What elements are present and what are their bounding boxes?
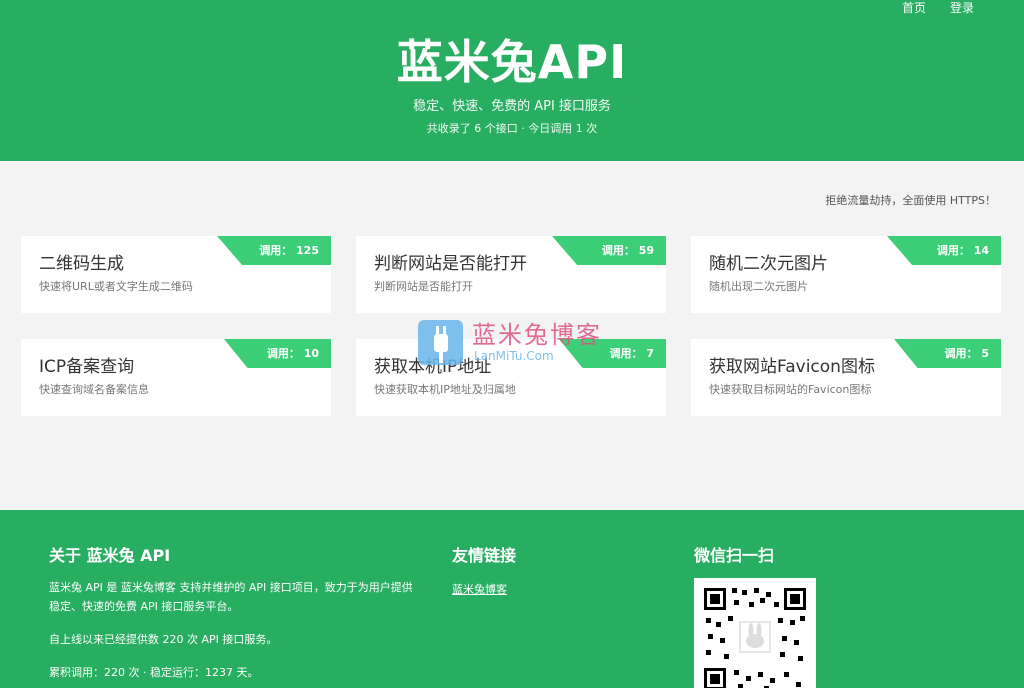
call-count-badge: 调用： 14 xyxy=(887,236,1001,265)
friend-link-blog[interactable]: 蓝米兔博客 xyxy=(452,583,507,596)
api-card-favicon[interactable]: 获取网站Favicon图标 快速获取目标网站的Favicon图标 调用： 5 xyxy=(691,339,1001,416)
call-count-badge: 调用： 10 xyxy=(224,339,331,368)
header-banner: 首页 登录 蓝米兔API 稳定、快速、免费的 API 接口服务 共收录了 6 个… xyxy=(0,0,1024,161)
top-nav: 首页 登录 xyxy=(902,0,974,16)
watermark-url: LanMiTu.Com xyxy=(474,349,554,363)
card-desc: 快速查询域名备案信息 xyxy=(39,383,149,396)
footer: 关于 蓝米兔 API 蓝米兔 API 是 蓝米兔博客 支持并维护的 API 接口… xyxy=(0,510,1024,688)
card-title: 获取网站Favicon图标 xyxy=(709,357,875,377)
card-desc: 快速将URL或者文字生成二维码 xyxy=(39,280,193,293)
site-stats: 共收录了 6 个接口 · 今日调用 1 次 xyxy=(426,122,598,135)
site-subtitle: 稳定、快速、免费的 API 接口服务 xyxy=(413,99,611,114)
watermark-title: 蓝米兔博客 xyxy=(472,321,602,349)
site-title: 蓝米兔API xyxy=(396,35,628,89)
card-title: 随机二次元图片 xyxy=(709,254,828,274)
nav-login-link[interactable]: 登录 xyxy=(950,0,974,16)
plug-icon xyxy=(418,320,463,365)
card-desc: 快速获取目标网站的Favicon图标 xyxy=(709,383,872,396)
api-card-icp[interactable]: ICP备案查询 快速查询域名备案信息 调用： 10 xyxy=(21,339,331,416)
call-count-badge: 调用： 125 xyxy=(217,236,331,265)
https-notice: 拒绝流量劫持，全面使用 HTTPS！ xyxy=(825,194,996,207)
wechat-qr-code xyxy=(694,578,816,688)
card-desc: 判断网站是否能打开 xyxy=(374,280,473,293)
call-count-badge: 调用： 5 xyxy=(894,339,1001,368)
card-desc: 随机出现二次元图片 xyxy=(709,280,808,293)
links-heading: 友情链接 xyxy=(452,546,517,565)
nav-home-link[interactable]: 首页 xyxy=(902,0,926,16)
api-card-site-check[interactable]: 判断网站是否能打开 判断网站是否能打开 调用： 59 xyxy=(356,236,666,313)
wechat-heading: 微信扫一扫 xyxy=(694,546,775,565)
card-title: 二维码生成 xyxy=(39,254,124,274)
footer-wechat: 微信扫一扫 xyxy=(694,546,816,688)
about-service-count: 自上线以来已经提供数 220 次 API 接口服务。 xyxy=(49,633,278,646)
api-card-qrcode[interactable]: 二维码生成 快速将URL或者文字生成二维码 调用： 125 xyxy=(21,236,331,313)
api-card-random-image[interactable]: 随机二次元图片 随机出现二次元图片 调用： 14 xyxy=(691,236,1001,313)
card-title: 判断网站是否能打开 xyxy=(374,254,527,274)
call-count-badge: 调用： 59 xyxy=(552,236,666,265)
footer-links: 友情链接 蓝米兔博客 xyxy=(452,546,516,597)
about-text: 蓝米兔 API 是 蓝米兔博客 支持并维护的 API 接口项目，致力于为用户提供… xyxy=(49,581,413,613)
card-desc: 快速获取本机IP地址及归属地 xyxy=(374,383,516,396)
about-heading: 关于 蓝米兔 API xyxy=(49,546,171,565)
about-uptime: 累积调用：220 次 · 稳定运行：1237 天。 xyxy=(49,666,259,679)
card-title: ICP备案查询 xyxy=(39,357,135,377)
footer-about: 关于 蓝米兔 API 蓝米兔 API 是 蓝米兔博客 支持并维护的 API 接口… xyxy=(49,546,419,682)
blog-watermark: 蓝米兔博客 LanMiTu.Com xyxy=(418,320,608,368)
